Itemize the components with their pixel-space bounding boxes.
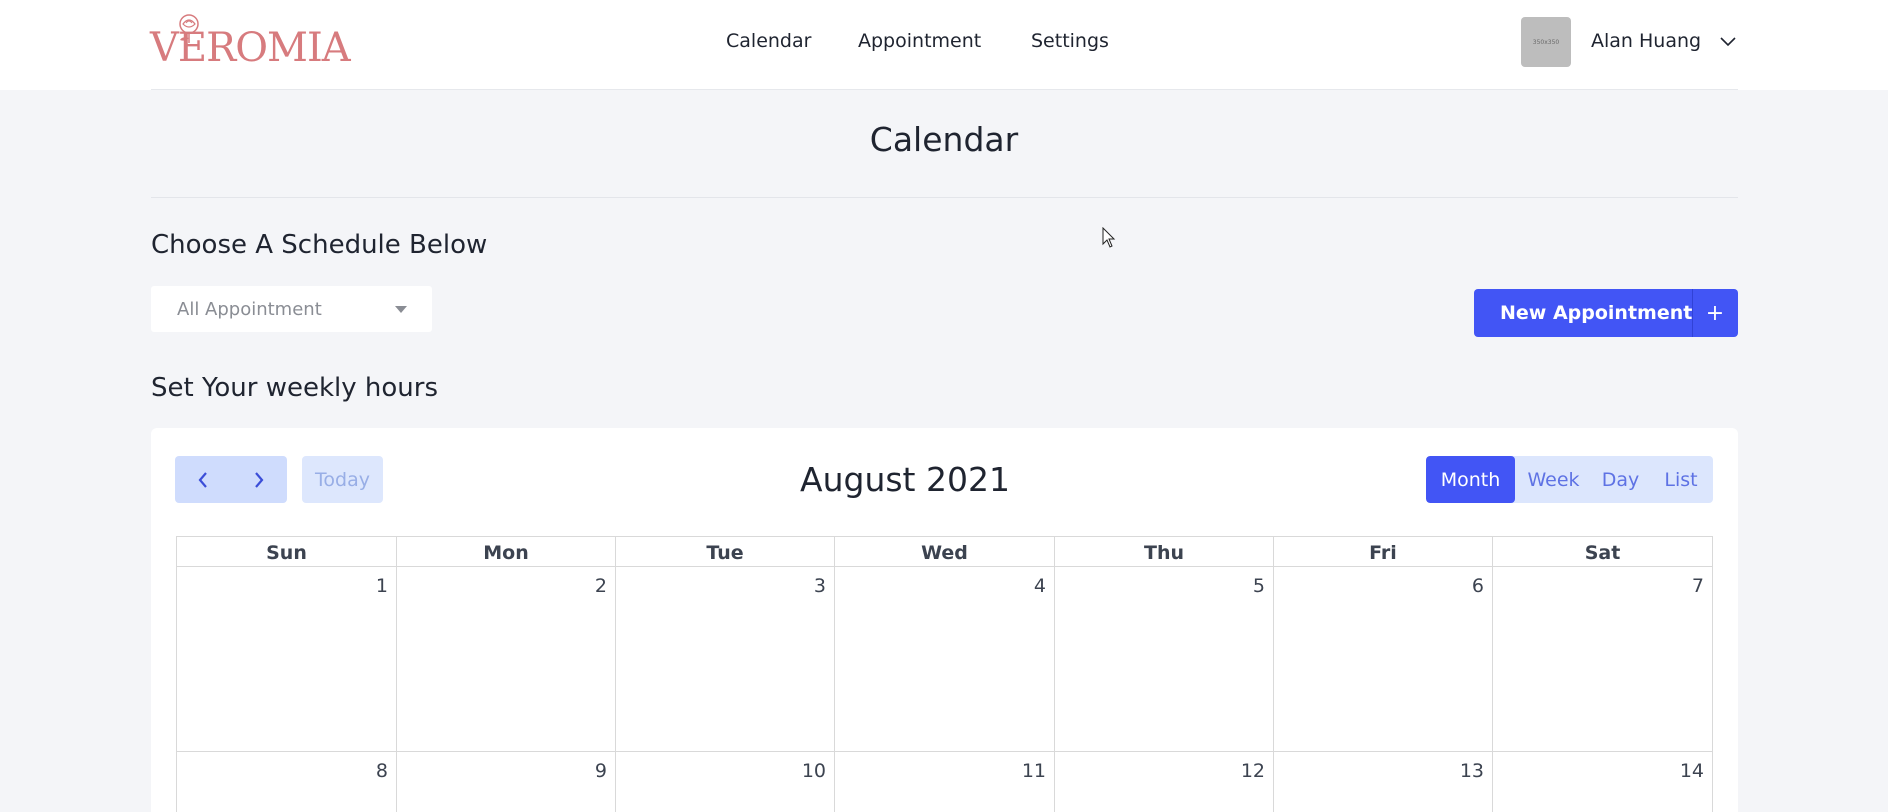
new-appointment-label: New Appointment [1500,302,1693,324]
schedule-heading: Choose A Schedule Below [151,230,488,260]
day-cell[interactable]: 7 [1492,567,1712,751]
schedule-select-value: All Appointment [177,299,322,320]
day-number: 5 [1252,575,1265,597]
avatar[interactable]: 350x350 [1521,17,1571,67]
view-day-button[interactable]: Day [1592,456,1649,503]
day-cell[interactable]: 1 [177,567,396,751]
view-month-button[interactable]: Month [1426,456,1515,503]
day-number: 9 [594,760,607,782]
navbar-divider [151,89,1738,90]
day-cell[interactable]: 2 [396,567,615,751]
day-number: 1 [375,575,388,597]
day-cell[interactable]: 11 [834,752,1054,812]
veromia-logo[interactable]: VEROMIA [150,10,360,76]
schedule-select[interactable]: All Appointment [151,286,432,332]
mouse-cursor-icon [1102,227,1116,248]
plus-icon[interactable]: + [1692,289,1738,337]
month-grid: Sun Mon Tue Wed Thu Fri Sat 1 2 3 4 5 6 … [176,536,1713,812]
day-number: 4 [1033,575,1046,597]
day-cell[interactable]: 14 [1492,752,1712,812]
avatar-placeholder-text: 350x350 [1532,38,1560,46]
day-number: 14 [1679,760,1704,782]
day-cell[interactable]: 12 [1054,752,1273,812]
weekly-hours-heading: Set Your weekly hours [151,373,439,403]
view-list-button[interactable]: List [1649,456,1713,503]
day-cell[interactable]: 10 [615,752,834,812]
day-number: 2 [594,575,607,597]
day-cell[interactable]: 13 [1273,752,1492,812]
days-of-week-header: Sun Mon Tue Wed Thu Fri Sat [176,536,1713,568]
day-cell[interactable]: 4 [834,567,1054,751]
dow-wed: Wed [834,537,1054,568]
day-number: 12 [1240,760,1265,782]
day-cell[interactable]: 8 [177,752,396,812]
day-cell[interactable]: 3 [615,567,834,751]
dow-thu: Thu [1054,537,1273,568]
day-cell[interactable]: 9 [396,752,615,812]
day-number: 13 [1459,760,1484,782]
day-cell[interactable]: 5 [1054,567,1273,751]
view-switcher: Month Week Day List [1426,456,1713,503]
day-cell[interactable]: 6 [1273,567,1492,751]
chevron-down-icon[interactable] [1718,34,1738,48]
day-number: 11 [1021,760,1046,782]
dow-tue: Tue [615,537,834,568]
day-number: 3 [813,575,826,597]
nav-calendar[interactable]: Calendar [726,30,811,52]
dow-sun: Sun [266,541,307,564]
title-divider [151,197,1738,198]
view-week-button[interactable]: Week [1515,456,1592,503]
plus-glyph: + [1705,300,1725,326]
week-row-2: 8 9 10 11 12 13 14 [176,752,1713,812]
nav-settings[interactable]: Settings [1031,30,1109,52]
week-row-1: 1 2 3 4 5 6 7 [176,567,1713,752]
logo-wordmark: VEROMIA [150,25,351,71]
day-number: 7 [1691,575,1704,597]
caret-down-icon [395,306,407,313]
dow-sat: Sat [1492,537,1712,568]
day-number: 10 [801,760,826,782]
new-appointment-button[interactable]: New Appointment + [1474,289,1738,337]
dow-fri: Fri [1273,537,1492,568]
day-number: 6 [1471,575,1484,597]
nav-appointment[interactable]: Appointment [858,30,981,52]
user-name[interactable]: Alan Huang [1591,30,1701,52]
dow-mon: Mon [396,537,615,568]
day-number: 8 [375,760,388,782]
page-title: Calendar [869,120,1019,159]
